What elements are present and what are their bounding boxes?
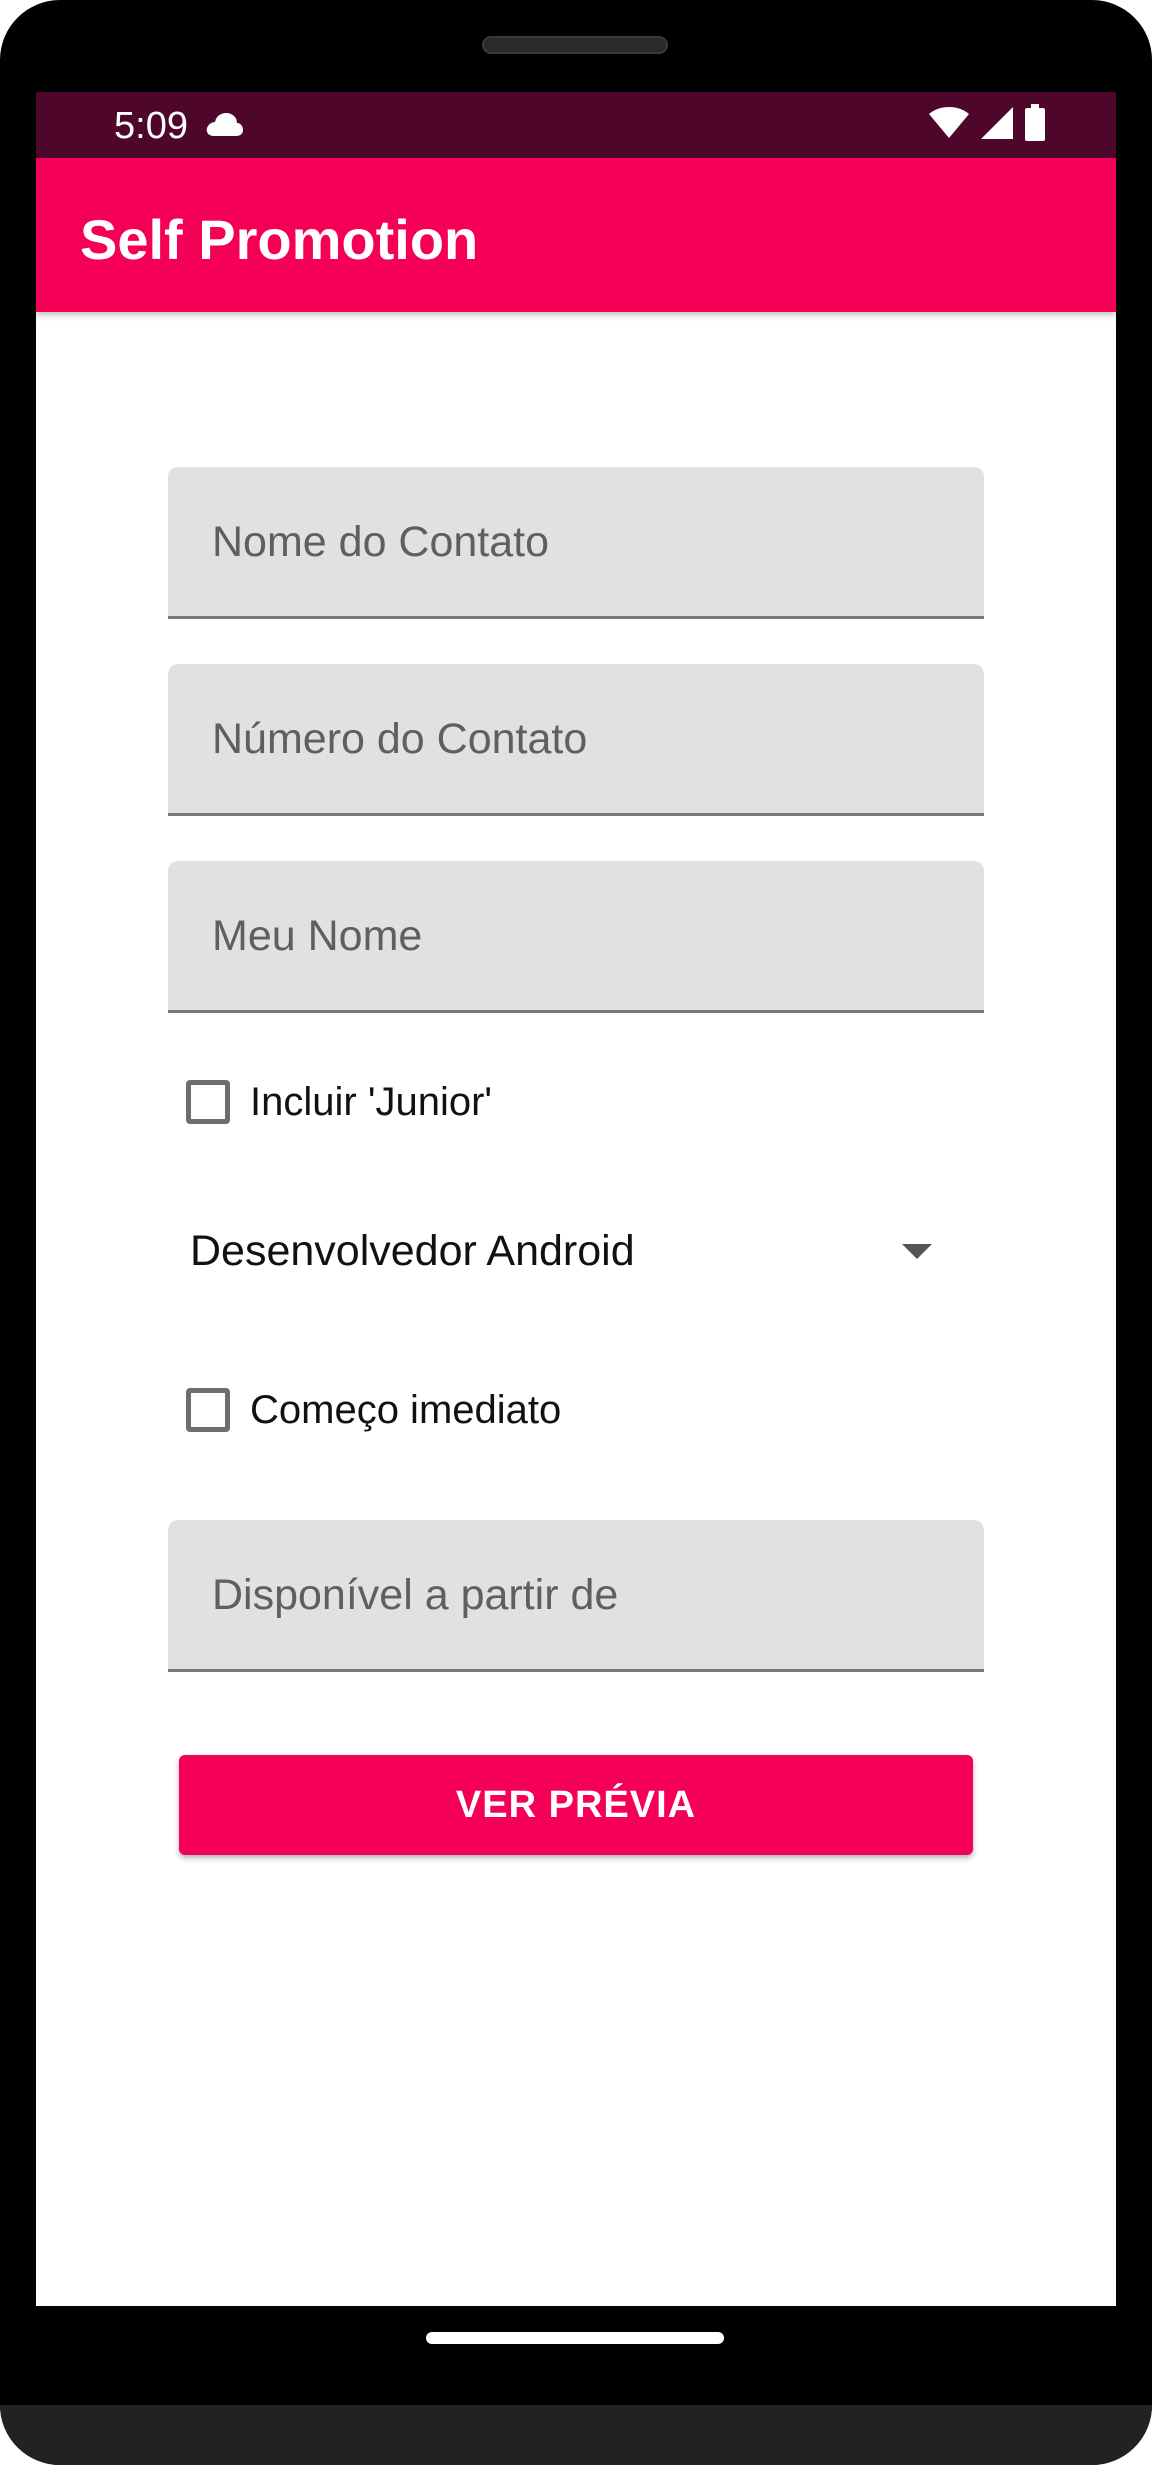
include-junior-checkbox-row[interactable]: Incluir 'Junior' xyxy=(186,1072,492,1132)
immediate-start-label[interactable]: Começo imediato xyxy=(250,1386,561,1434)
cloud-icon xyxy=(204,110,244,140)
status-bar: 5:09 xyxy=(36,92,1116,158)
my-name-field[interactable]: Meu Nome xyxy=(168,861,984,1013)
status-time: 5:09 xyxy=(114,105,188,147)
phone-chin xyxy=(0,2405,1152,2465)
immediate-start-checkbox[interactable] xyxy=(186,1388,230,1432)
my-name-placeholder: Meu Nome xyxy=(212,912,423,960)
preview-button[interactable]: VER PRÉVIA xyxy=(179,1755,973,1855)
available-from-placeholder: Disponível a partir de xyxy=(212,1571,619,1619)
contact-name-field[interactable]: Nome do Contato xyxy=(168,467,984,619)
preview-button-label: VER PRÉVIA xyxy=(455,1784,697,1826)
dropdown-arrow-icon xyxy=(902,1244,932,1259)
immediate-start-checkbox-row[interactable]: Começo imediato xyxy=(186,1380,561,1440)
wifi-icon xyxy=(928,106,970,145)
include-junior-checkbox[interactable] xyxy=(186,1080,230,1124)
contact-name-placeholder: Nome do Contato xyxy=(212,518,550,566)
app-title: Self Promotion xyxy=(80,208,479,271)
gesture-nav-handle[interactable] xyxy=(426,2332,724,2344)
earpiece-speaker xyxy=(482,36,668,54)
job-title-selected: Desenvolvedor Android xyxy=(190,1227,635,1275)
available-from-field[interactable]: Disponível a partir de xyxy=(168,1520,984,1672)
screen: 5:09 Self Promotion Nome do Contato Núme… xyxy=(36,92,1116,2306)
app-bar: Self Promotion xyxy=(36,158,1116,312)
status-icons xyxy=(928,103,1046,147)
include-junior-label[interactable]: Incluir 'Junior' xyxy=(250,1078,492,1126)
job-title-spinner[interactable]: Desenvolvedor Android xyxy=(168,1198,984,1306)
signal-icon xyxy=(980,106,1014,145)
phone-frame: 5:09 Self Promotion Nome do Contato Núme… xyxy=(0,0,1152,2465)
battery-icon xyxy=(1024,103,1046,147)
contact-number-field[interactable]: Número do Contato xyxy=(168,664,984,816)
contact-number-placeholder: Número do Contato xyxy=(212,715,588,763)
